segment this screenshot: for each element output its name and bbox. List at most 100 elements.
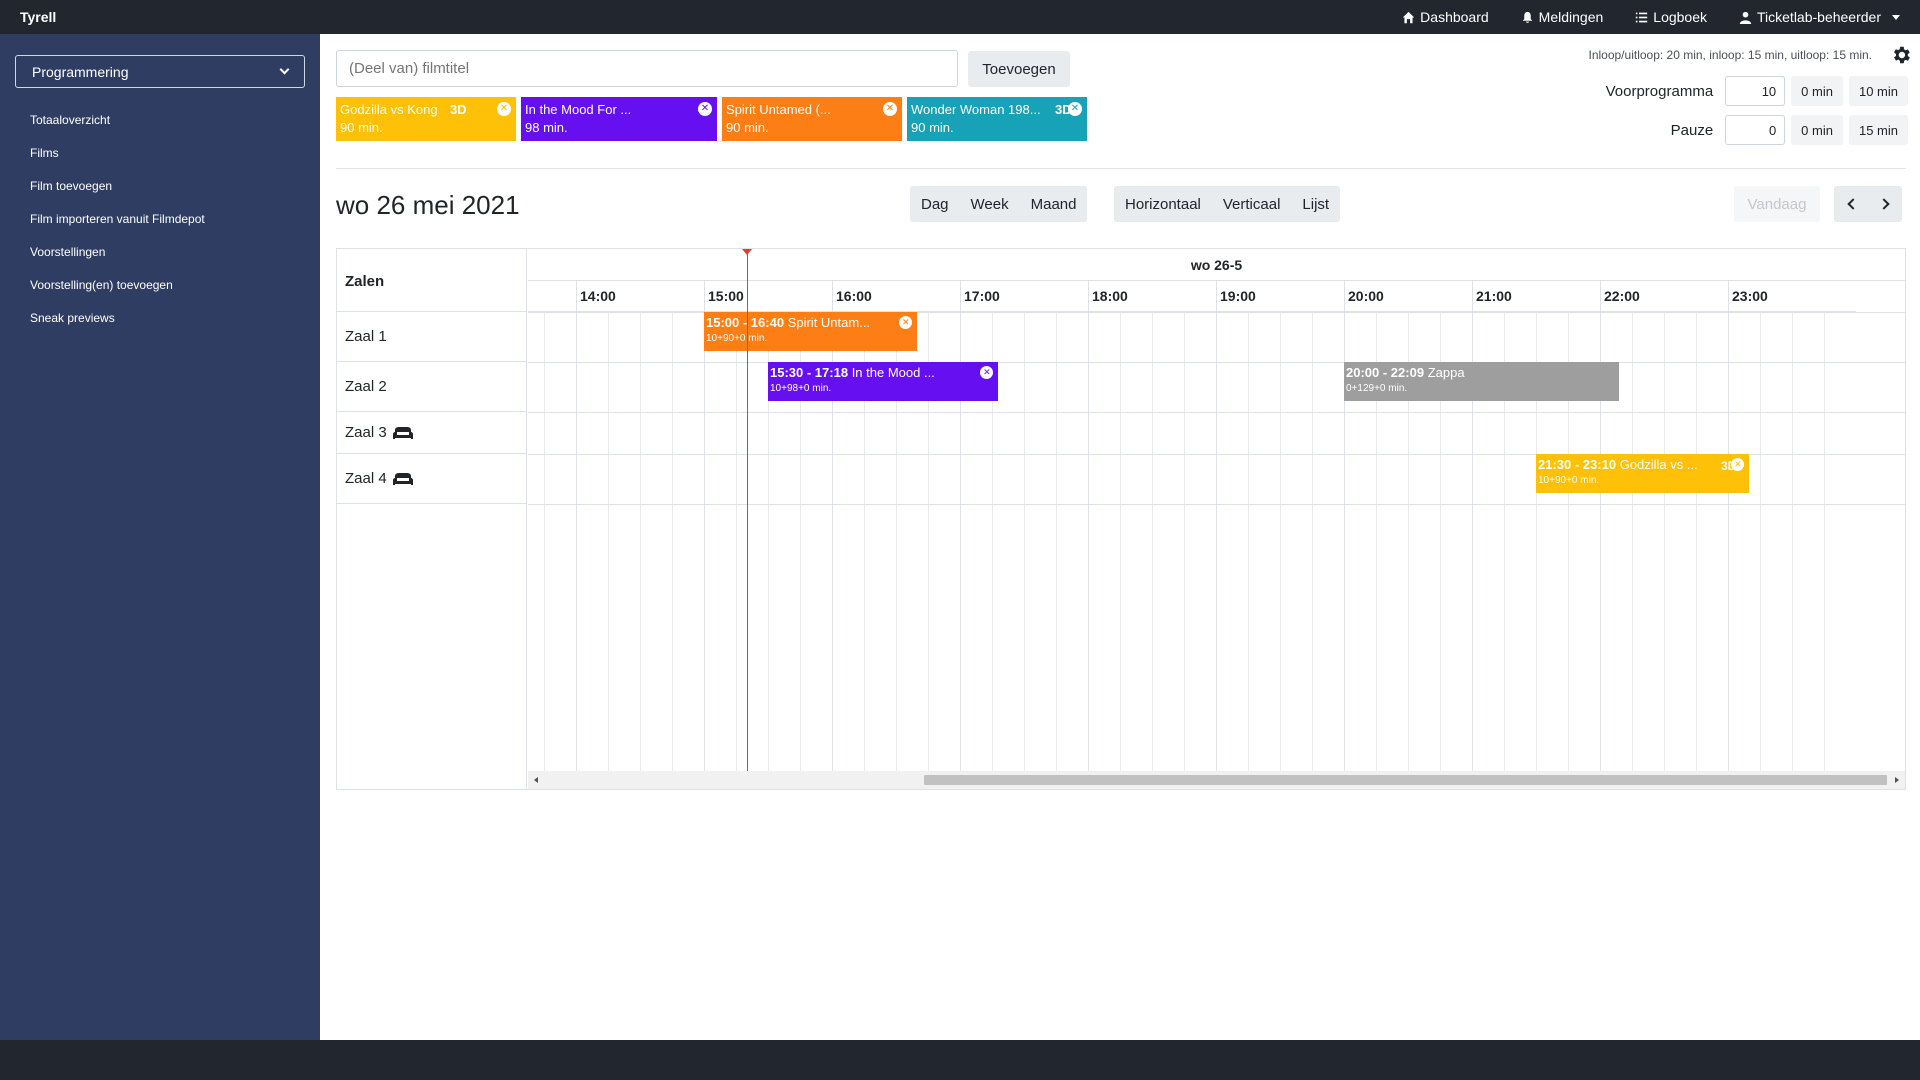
close-icon[interactable]: ✕ [883, 102, 897, 116]
layout-switch: Horizontaal Verticaal Lijst [1114, 186, 1341, 222]
grid-line [1696, 312, 1697, 771]
film-chip-duration: 90 min. [340, 120, 383, 135]
event-time: 21:30 - 23:10 [1538, 457, 1617, 472]
voorprogramma-0min-button[interactable]: 0 min [1791, 76, 1843, 106]
nav-meldingen[interactable]: Meldingen [1521, 9, 1603, 25]
row-divider [528, 504, 1905, 505]
brand-logo[interactable]: Tyrell [20, 9, 56, 25]
sidebar-item-voorstellingen-toevoegen[interactable]: Voorstelling(en) toevoegen [30, 279, 205, 312]
film-chip-name: In the Mood For ... [525, 102, 632, 117]
hour-label: 21:00 [1472, 281, 1600, 312]
scroll-right-icon[interactable] [1895, 777, 1899, 783]
film-chip-duration: 90 min. [911, 120, 954, 135]
grid-line [1472, 281, 1473, 771]
event-film-name: In the Mood ... [851, 365, 935, 380]
view-switch: Dag Week Maand [910, 186, 1088, 222]
nav-dashboard[interactable]: Dashboard [1402, 9, 1489, 25]
grid-line [1120, 312, 1121, 771]
film-chip-duration: 98 min. [525, 120, 568, 135]
screening-event[interactable]: 21:30 - 23:10 Godzilla vs ... 10+90+0 min… [1536, 454, 1750, 493]
event-time: 15:30 - 17:18 [770, 365, 849, 380]
grid-line [672, 312, 673, 771]
sofa-icon [392, 426, 413, 439]
scroll-left-icon[interactable] [534, 777, 538, 783]
grid-line [1632, 312, 1633, 771]
scrollbar-thumb[interactable] [924, 775, 1887, 785]
chevron-left-icon [1846, 198, 1859, 210]
sidebar-menu: Totaaloverzicht Films Film toevoegen Fil… [30, 114, 205, 345]
caret-down-icon [1892, 14, 1900, 20]
hour-label: 13:00 [528, 281, 576, 312]
room-name: Zaal 1 [345, 328, 387, 345]
room-row: Zaal 4 [337, 454, 527, 504]
film-chip[interactable]: Spirit Untamed (... 90 min. ✕ [722, 97, 902, 141]
row-divider [528, 362, 1905, 363]
pauze-input[interactable] [1725, 115, 1786, 145]
hour-label: 17:00 [960, 281, 1088, 312]
event-title: 15:00 - 16:40 Spirit Untam... [706, 315, 915, 330]
voorprogramma-input[interactable] [1725, 76, 1786, 106]
hour-label: 18:00 [1088, 281, 1216, 312]
event-film-name: Spirit Untam... [787, 315, 871, 330]
today-button[interactable]: Vandaag [1734, 186, 1820, 222]
add-film-button[interactable]: Toevoegen [968, 51, 1070, 87]
film-chip[interactable]: In the Mood For ... 98 min. ✕ [521, 97, 717, 141]
close-icon[interactable]: ✕ [1068, 102, 1082, 116]
horizontal-scrollbar[interactable] [528, 771, 1905, 789]
screening-event[interactable]: 20:00 - 22:09 Zappa 0+129+0 min. [1344, 362, 1620, 401]
layout-verticaal-button[interactable]: Verticaal [1212, 186, 1292, 222]
sidebar-item-sneak-previews[interactable]: Sneak previews [30, 312, 205, 345]
layout-horizontaal-button[interactable]: Horizontaal [1114, 186, 1212, 222]
gear-icon[interactable] [1890, 44, 1912, 66]
layout-lijst-button[interactable]: Lijst [1291, 186, 1340, 222]
grid-line [576, 281, 577, 771]
pauze-15min-button[interactable]: 15 min [1848, 115, 1908, 145]
sidebar-item-voorstellingen[interactable]: Voorstellingen [30, 246, 205, 279]
voorprogramma-10min-button[interactable]: 10 min [1848, 76, 1908, 106]
sidebar-item-film-toevoegen[interactable]: Film toevoegen [30, 180, 205, 213]
event-title: 15:30 - 17:18 In the Mood ... [770, 365, 996, 380]
grid-line [1056, 312, 1057, 771]
film-search-input[interactable] [336, 50, 958, 87]
pauze-setting: Pauze 0 min 15 min [1671, 115, 1908, 145]
pauze-0min-button[interactable]: 0 min [1791, 115, 1843, 145]
film-chip[interactable]: Godzilla vs Kong 90 min. 3D ✕ [336, 97, 516, 141]
film-chip-list: Godzilla vs Kong 90 min. 3D ✕ In the Moo… [336, 97, 1092, 141]
event-film-name: Zappa [1427, 365, 1465, 380]
event-time: 20:00 - 22:09 [1346, 365, 1425, 380]
sidebar-item-films[interactable]: Films [30, 147, 205, 180]
view-week-button[interactable]: Week [960, 186, 1020, 222]
sidebar-item-film-importeren[interactable]: Film importeren vanuit Filmdepot [30, 213, 205, 246]
film-chip-name: Wonder Woman 198... [911, 102, 1041, 117]
screening-event[interactable]: 15:00 - 16:40 Spirit Untam... 10+90+0 min… [704, 312, 918, 351]
sidebar-item-totaaloverzicht[interactable]: Totaaloverzicht [30, 114, 205, 147]
nav-user-menu[interactable]: Ticketlab-beheerder [1739, 9, 1900, 25]
list-icon [1636, 12, 1648, 22]
day-header: wo 26-5 [528, 249, 1905, 281]
section-select[interactable]: Programmering [15, 55, 305, 88]
timeline-grid[interactable]: wo 26-5 13:0014:0015:0016:0017:0018:0019… [528, 249, 1905, 789]
room-name: Zaal 2 [345, 378, 387, 395]
view-maand-button[interactable]: Maand [1020, 186, 1088, 222]
close-icon[interactable]: ✕ [497, 102, 511, 116]
prev-button[interactable] [1834, 186, 1868, 222]
sidebar: Programmering Totaaloverzicht Films Film… [0, 34, 320, 1040]
screening-event[interactable]: 15:30 - 17:18 In the Mood ... 10+98+0 min… [768, 362, 999, 401]
event-duration: 10+98+0 min. [770, 383, 832, 394]
sofa-icon [392, 472, 413, 485]
section-select-value: Programmering [32, 63, 129, 80]
view-dag-button[interactable]: Dag [910, 186, 960, 222]
event-duration: 10+90+0 min. [706, 333, 768, 344]
grid-line [736, 312, 737, 771]
grid-line [640, 312, 641, 771]
film-chip[interactable]: Wonder Woman 198... 90 min. 3D ✕ [907, 97, 1087, 141]
film-chip-3d-badge: 3D [450, 102, 467, 117]
event-duration: 0+129+0 min. [1346, 383, 1408, 394]
row-divider [528, 412, 1905, 413]
nav-logboek[interactable]: Logboek [1635, 9, 1707, 25]
room-row: Zaal 2 [337, 362, 527, 412]
grid-line [1600, 281, 1601, 771]
divider [336, 168, 1906, 169]
next-button[interactable] [1868, 186, 1902, 222]
close-icon[interactable]: ✕ [698, 102, 712, 116]
